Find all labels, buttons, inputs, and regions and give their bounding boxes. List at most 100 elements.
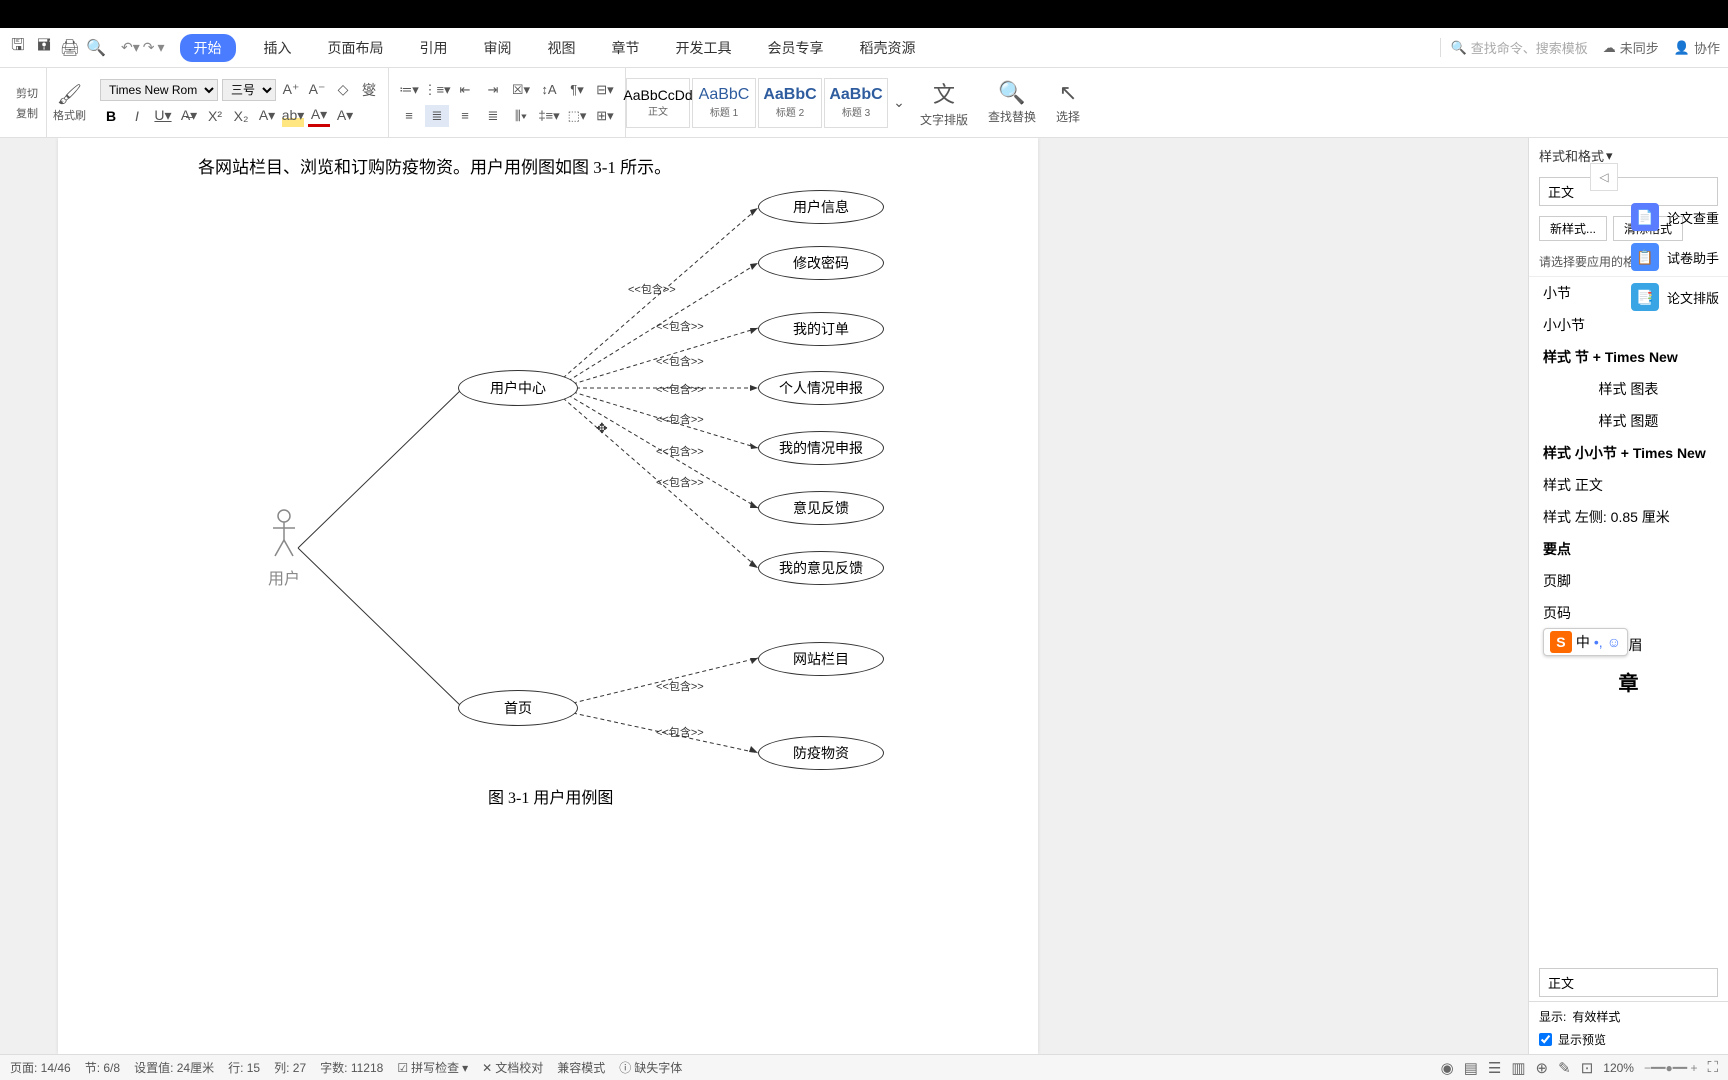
customize-qat[interactable]: ▾ [158,39,165,56]
sort-icon[interactable]: ☒▾ [509,79,533,101]
cut-button[interactable]: 剪切 [16,85,38,101]
paragraph-text: 各网站栏目、浏览和订购防疫物资。用户用例图如图 3-1 所示。 [198,153,671,178]
menu-tab-4[interactable]: 审阅 [476,34,520,62]
text-effects-button[interactable]: A▾ [334,105,356,127]
style-preview-2[interactable]: AaBbC标题 2 [758,78,822,128]
font-name-select[interactable]: Times New Roma [100,79,218,101]
reading-mode-icon[interactable]: ◉ [1441,1059,1454,1077]
italic-button[interactable]: I [126,105,148,127]
styles-gallery[interactable]: AaBbCcDd正文AaBbC标题 1AaBbC标题 2AaBbC标题 3 [626,78,888,128]
figure-caption: 图 3-1 用户用例图 [488,784,613,808]
sb-missing-font[interactable]: ⓘ 缺失字体 [619,1059,682,1076]
sb-words[interactable]: 字数: 11218 [320,1059,383,1076]
pen-icon[interactable]: ✎ [1558,1059,1571,1077]
align-right-icon[interactable]: ≡ [453,105,477,127]
font-color-button[interactable]: A▾ [308,105,330,127]
fullscreen-icon[interactable]: ⛶ [1707,1059,1718,1076]
change-case-button[interactable]: A▾ [256,105,278,127]
highlight-button[interactable]: ab▾ [282,105,304,127]
styles-expand-icon[interactable]: ⌄ [888,92,910,114]
subscript-button[interactable]: X₂ [230,105,252,127]
format-brush[interactable]: 🖌 格式刷 [47,82,92,123]
tool-layout[interactable]: 📑 论文排版 [1623,280,1728,314]
sb-page[interactable]: 页面: 14/46 [10,1059,71,1076]
collab-button[interactable]: 👤 协作 [1674,38,1720,57]
menu-tab-9[interactable]: 稻壳资源 [852,34,924,62]
style-preview-1[interactable]: AaBbC标题 1 [692,78,756,128]
find-icon: 🔍 [998,80,1025,106]
undo-button[interactable]: ↶▾ [121,39,140,56]
outline-icon[interactable]: ☰ [1488,1059,1501,1077]
find-replace-button[interactable]: 🔍 查找替换 [978,80,1046,125]
underline-button[interactable]: U▾ [152,105,174,127]
menu-tab-0[interactable]: 开始 [180,34,236,62]
text-direction-icon[interactable]: ↕A [537,79,561,101]
borders-icon[interactable]: ⊞▾ [593,105,617,127]
increase-font-icon[interactable]: A⁺ [280,79,302,101]
save-icon[interactable]: 🖫 [8,38,28,58]
strikethrough-button[interactable]: A̶▾ [178,105,200,127]
collapse-tools-icon[interactable]: ◁ [1590,163,1618,191]
zoom-level[interactable]: 120% [1603,1061,1634,1075]
font-size-select[interactable]: 三号 [222,79,276,101]
align-center-icon[interactable]: ≣ [425,105,449,127]
ime-toolbar[interactable]: S 中 •, ☺ [1543,628,1628,656]
line-spacing-icon[interactable]: ‡≡▾ [537,105,561,127]
titlebar: 🖫 🖬 🖨 🔍 ↶▾ ↷ ▾ 开始插入页面布局引用审阅视图章节开发工具会员专享稻… [0,28,1728,68]
menu-tab-5[interactable]: 视图 [540,34,584,62]
document-page[interactable]: 各网站栏目、浏览和订购防疫物资。用户用例图如图 3-1 所示。 [58,138,1038,1054]
phonetic-guide-icon[interactable]: 燮 [358,79,380,101]
sb-section[interactable]: 节: 6/8 [85,1059,120,1076]
menu-tab-1[interactable]: 插入 [256,34,300,62]
web-layout-icon[interactable]: ▥ [1511,1059,1525,1077]
show-marks-icon[interactable]: ¶▾ [565,79,589,101]
bold-button[interactable]: B [100,105,122,127]
redo-button[interactable]: ↷ [143,39,155,56]
decrease-indent-icon[interactable]: ⇤ [453,79,477,101]
shading-icon[interactable]: ⬚▾ [565,105,589,127]
style-preview-0[interactable]: AaBbCcDd正文 [626,78,690,128]
ime-lang[interactable]: 中 [1576,632,1590,652]
ribbon: 剪切 复制 🖌 格式刷 Times New Roma 三号 A⁺ A⁻ ◇ 燮 … [0,68,1728,138]
clear-format-icon[interactable]: ◇ [332,79,354,101]
superscript-button[interactable]: X² [204,105,226,127]
number-list-icon[interactable]: ⋮≡▾ [425,79,449,101]
tool-plagiarism[interactable]: 📄 论文查重 [1623,200,1728,234]
menu-tab-2[interactable]: 页面布局 [320,34,392,62]
sb-compat: 兼容模式 [557,1059,605,1076]
usecase-home: 首页 [458,690,578,726]
decrease-font-icon[interactable]: A⁻ [306,79,328,101]
menu-tab-6[interactable]: 章节 [604,34,648,62]
menu-tab-8[interactable]: 会员专享 [760,34,832,62]
select-button[interactable]: ↖ 选择 [1046,80,1090,125]
print-icon[interactable]: 🖨 [60,38,80,58]
distribute-icon[interactable]: ⫼▾ [509,105,533,127]
globe-icon[interactable]: ⊕ [1536,1059,1549,1077]
menu-tab-7[interactable]: 开发工具 [668,34,740,62]
sb-line: 行: 15 [228,1059,260,1076]
command-search[interactable]: 🔍 查找命令、搜索模板 [1440,38,1588,57]
copy-button[interactable]: 复制 [16,105,38,121]
ime-punct[interactable]: •, [1594,634,1603,650]
print-preview-icon[interactable]: 🔍 [86,38,106,58]
style-preview-3[interactable]: AaBbC标题 3 [824,78,888,128]
ime-emoji[interactable]: ☺ [1607,634,1621,650]
print-layout-icon[interactable]: ▤ [1464,1059,1478,1077]
align-justify-icon[interactable]: ≣ [481,105,505,127]
sb-spell[interactable]: ☑ 拼写检查 ▾ [397,1059,468,1076]
plagiarism-icon: 📄 [1631,203,1659,231]
menu-tab-3[interactable]: 引用 [412,34,456,62]
align-left-icon[interactable]: ≡ [397,105,421,127]
usecase-2: 修改密码 [758,246,884,280]
increase-indent-icon[interactable]: ⇥ [481,79,505,101]
tool-exam[interactable]: 📋 试卷助手 [1623,240,1728,274]
text-layout-button[interactable]: 文 文字排版 [910,77,978,128]
tabs-icon[interactable]: ⊟▾ [593,79,617,101]
sb-doc-check[interactable]: ✕ 文档校对 [482,1059,543,1076]
zoom-fit-icon[interactable]: ⊡ [1581,1059,1594,1077]
bullet-list-icon[interactable]: ≔▾ [397,79,421,101]
sync-status[interactable]: ☁ 未同步 [1603,38,1659,57]
save-as-icon[interactable]: 🖬 [34,38,54,58]
usecase-7: 我的意见反馈 [758,551,884,585]
usecase-5: 我的情况申报 [758,431,884,465]
